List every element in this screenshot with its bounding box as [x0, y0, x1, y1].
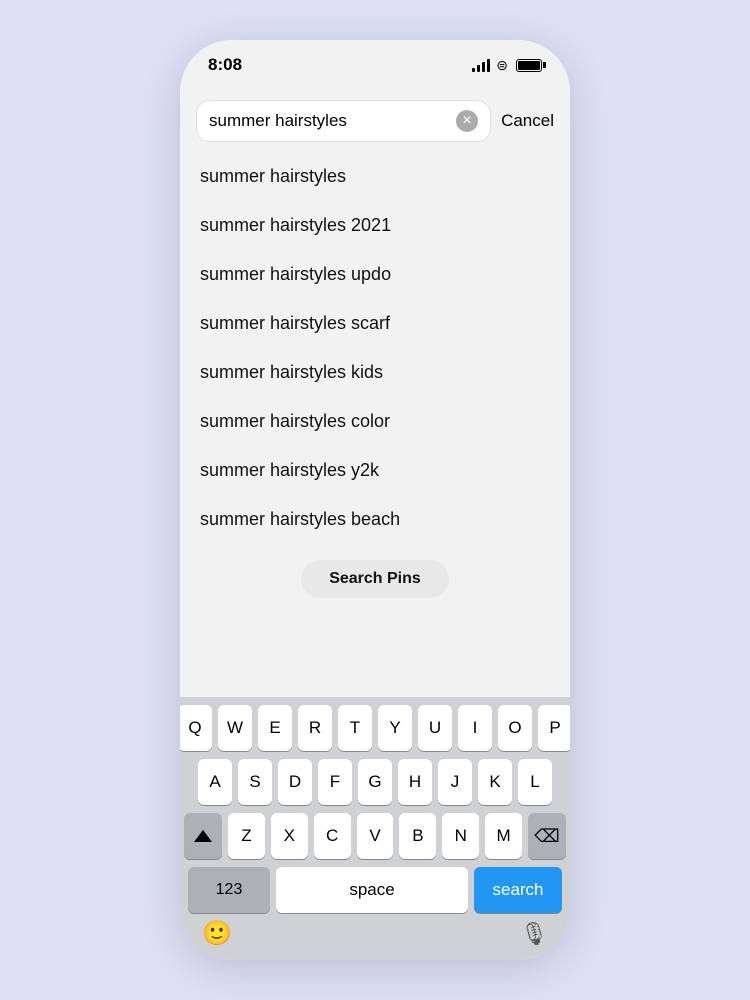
key-a[interactable]: A — [198, 759, 232, 805]
key-x[interactable]: X — [271, 813, 308, 859]
key-m[interactable]: M — [485, 813, 522, 859]
key-s[interactable]: S — [238, 759, 272, 805]
key-r[interactable]: R — [298, 705, 332, 751]
suggestion-item[interactable]: summer hairstyles updo — [180, 250, 570, 299]
suggestion-item[interactable]: summer hairstyles 2021 — [180, 201, 570, 250]
status-bar: 8:08 ⊜ — [180, 40, 570, 90]
key-e[interactable]: E — [258, 705, 292, 751]
search-pins-button[interactable]: Search Pins — [301, 560, 449, 598]
key-h[interactable]: H — [398, 759, 432, 805]
phone-frame: 8:08 ⊜ summer hairstyles Cancel summer h… — [180, 40, 570, 960]
backspace-key[interactable]: ⌫ — [528, 813, 566, 859]
keyboard-row-3: Z X C V B N M ⌫ — [184, 813, 566, 859]
search-area: summer hairstyles Cancel — [180, 90, 570, 152]
suggestion-item[interactable]: summer hairstyles color — [180, 397, 570, 446]
search-input-wrapper[interactable]: summer hairstyles — [196, 100, 491, 142]
numbers-key[interactable]: 123 — [188, 867, 270, 913]
key-f[interactable]: F — [318, 759, 352, 805]
signal-icon — [472, 58, 490, 72]
key-p[interactable]: P — [538, 705, 570, 751]
clear-button[interactable] — [456, 110, 478, 132]
key-w[interactable]: W — [218, 705, 252, 751]
search-input[interactable]: summer hairstyles — [209, 111, 448, 131]
key-g[interactable]: G — [358, 759, 392, 805]
keyboard-bottom-row: 123 space search — [188, 867, 562, 913]
battery-icon — [516, 59, 542, 72]
suggestion-item[interactable]: summer hairstyles kids — [180, 348, 570, 397]
cancel-button[interactable]: Cancel — [501, 111, 554, 131]
key-c[interactable]: C — [314, 813, 351, 859]
key-b[interactable]: B — [399, 813, 436, 859]
status-time: 8:08 — [208, 55, 242, 75]
key-u[interactable]: U — [418, 705, 452, 751]
key-y[interactable]: Y — [378, 705, 412, 751]
key-z[interactable]: Z — [228, 813, 265, 859]
key-q[interactable]: Q — [180, 705, 212, 751]
suggestion-item[interactable]: summer hairstyles — [180, 152, 570, 201]
key-l[interactable]: L — [518, 759, 552, 805]
suggestion-item[interactable]: summer hairstyles scarf — [180, 299, 570, 348]
key-v[interactable]: V — [357, 813, 394, 859]
key-n[interactable]: N — [442, 813, 479, 859]
suggestion-item[interactable]: summer hairstyles y2k — [180, 446, 570, 495]
key-o[interactable]: O — [498, 705, 532, 751]
shift-icon — [194, 830, 212, 842]
suggestion-item[interactable]: summer hairstyles beach — [180, 495, 570, 544]
microphone-key[interactable]: 🎙 — [520, 921, 548, 947]
key-d[interactable]: D — [278, 759, 312, 805]
key-j[interactable]: J — [438, 759, 472, 805]
space-key[interactable]: space — [276, 867, 468, 913]
keyboard-row-1: Q W E R T Y U I O P — [184, 705, 566, 751]
keyboard: Q W E R T Y U I O P A S D F G H J K L — [180, 697, 570, 960]
backspace-icon: ⌫ — [534, 826, 559, 847]
suggestions-list: summer hairstyles summer hairstyles 2021… — [180, 152, 570, 697]
search-pins-area: Search Pins — [180, 560, 570, 598]
key-i[interactable]: I — [458, 705, 492, 751]
shift-key[interactable] — [184, 813, 222, 859]
status-icons: ⊜ — [472, 57, 542, 74]
wifi-icon: ⊜ — [496, 57, 508, 74]
search-key[interactable]: search — [474, 867, 562, 913]
key-t[interactable]: T — [338, 705, 372, 751]
key-k[interactable]: K — [478, 759, 512, 805]
keyboard-icon-row: 🙂 🎙 — [184, 913, 566, 956]
emoji-key[interactable]: 🙂 — [202, 919, 232, 948]
keyboard-row-2: A S D F G H J K L — [184, 759, 566, 805]
